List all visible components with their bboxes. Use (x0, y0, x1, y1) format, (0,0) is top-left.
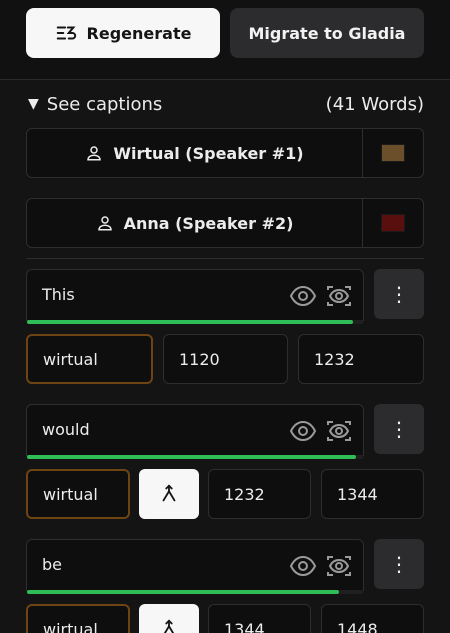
word-progress-bar (27, 455, 357, 459)
kebab-menu-icon[interactable]: ⋮ (374, 539, 424, 589)
see-captions-label: See captions (46, 93, 163, 115)
color-swatch (381, 144, 405, 162)
word-input[interactable]: This (26, 269, 364, 324)
word-input[interactable]: be (26, 539, 364, 594)
speaker-color-picker[interactable] (363, 199, 423, 247)
merge-icon (163, 619, 175, 633)
color-swatch (381, 214, 405, 232)
see-captions-toggle[interactable]: ▼ See captions (28, 94, 162, 115)
merge-icon (162, 484, 176, 502)
word-end-time-input[interactable]: 1344 (321, 469, 424, 519)
eye-icon[interactable] (289, 552, 317, 580)
camera-view-icon[interactable] (325, 552, 353, 580)
camera-view-icon[interactable] (325, 417, 353, 445)
speaker-name-button[interactable]: Wirtual (Speaker #1) (27, 129, 363, 177)
word-progress-bar (27, 590, 340, 594)
word-start-time-input[interactable]: 1120 (163, 334, 288, 384)
word-text: be (42, 555, 62, 574)
word-speaker-select[interactable]: wirtual (26, 334, 153, 384)
merge-button[interactable] (139, 469, 199, 519)
person-icon (87, 146, 102, 161)
speaker-name-button[interactable]: Anna (Speaker #2) (27, 199, 363, 247)
speaker-color-picker[interactable] (363, 129, 423, 177)
word-end-time-input[interactable]: 1232 (298, 334, 424, 384)
speaker-label: Anna (Speaker #2) (123, 213, 294, 233)
divider (26, 258, 424, 259)
merge-button[interactable] (139, 604, 199, 633)
migrate-to-gladia-button[interactable]: Migrate to Gladia (230, 8, 424, 58)
toolbar: Regenerate Migrate to Gladia (0, 0, 450, 80)
speaker-row: Anna (Speaker #2) (26, 198, 424, 248)
eye-icon[interactable] (289, 282, 317, 310)
word-start-time-input[interactable]: 1344 (208, 604, 311, 633)
word-text: would (42, 420, 90, 439)
word-speaker-select[interactable]: wirtual (26, 604, 130, 633)
word-input[interactable]: would (26, 404, 364, 459)
triangle-down-icon: ▼ (28, 96, 39, 112)
captions-header: ▼ See captions (41 Words) (28, 90, 424, 118)
word-speaker-select[interactable]: wirtual (26, 469, 130, 519)
regenerate-label: Regenerate (86, 23, 192, 43)
word-progress-bar (27, 320, 353, 324)
word-start-time-input[interactable]: 1232 (208, 469, 311, 519)
camera-view-icon[interactable] (325, 282, 353, 310)
word-end-time-input[interactable]: 1448 (321, 604, 424, 633)
kebab-menu-icon[interactable]: ⋮ (374, 269, 424, 319)
person-icon (97, 216, 112, 231)
regenerate-icon (56, 26, 76, 40)
kebab-menu-icon[interactable]: ⋮ (374, 404, 424, 454)
eye-icon[interactable] (289, 417, 317, 445)
word-count: (41 Words) (325, 93, 424, 115)
speaker-label: Wirtual (Speaker #1) (113, 143, 304, 163)
regenerate-button[interactable]: Regenerate (26, 8, 220, 58)
word-text: This (42, 285, 75, 304)
speaker-row: Wirtual (Speaker #1) (26, 128, 424, 178)
